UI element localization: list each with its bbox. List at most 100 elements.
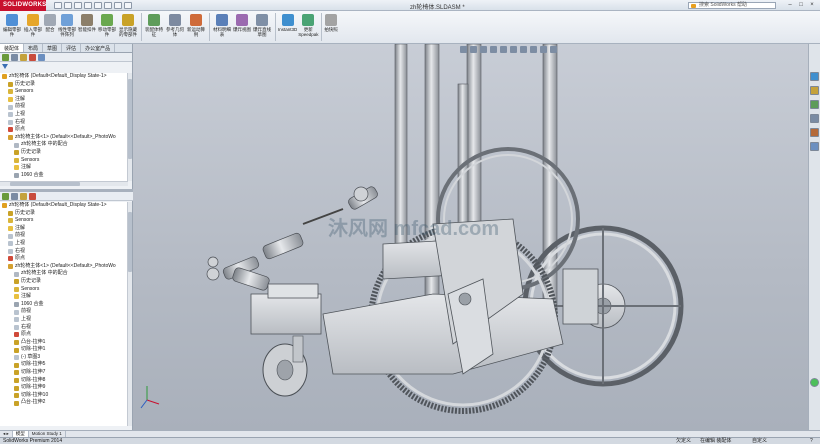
custom-properties-icon[interactable]: [810, 142, 819, 151]
tree-item[interactable]: 前视: [0, 232, 128, 240]
select-icon[interactable]: [104, 1, 112, 9]
tree-item[interactable]: Sensors: [0, 217, 128, 225]
tree-item[interactable]: 历史记录: [0, 149, 128, 157]
tree-item[interactable]: Sensors: [0, 88, 128, 96]
tree-item[interactable]: 切除-拉伸5: [0, 361, 128, 369]
tree-item[interactable]: (-) 草图3: [0, 354, 128, 362]
tree-item[interactable]: 注解: [0, 293, 128, 301]
ribbon-button[interactable]: 编辑零部件: [2, 11, 22, 44]
tree-item[interactable]: 右视: [0, 248, 128, 256]
print-icon[interactable]: [84, 1, 92, 9]
ribbon-button[interactable]: 装配体特征: [144, 11, 164, 44]
tree-item[interactable]: 原点: [0, 331, 128, 339]
units-selector[interactable]: 自定义: [752, 438, 767, 444]
ribbon-button[interactable]: 智能扣件: [78, 11, 96, 44]
tree-top-vscroll[interactable]: [127, 73, 132, 181]
panel-tab[interactable]: 评估: [62, 44, 82, 52]
graphics-area[interactable]: 沐风网 mfcad.com: [133, 43, 808, 430]
new-icon[interactable]: [54, 1, 62, 9]
ribbon-button[interactable]: 材料明细表: [212, 11, 232, 44]
tree-item[interactable]: 切除-拉伸8: [0, 377, 128, 385]
tree-item[interactable]: zh轮椅主体 中的配合: [0, 270, 128, 278]
restore-button[interactable]: □: [797, 1, 805, 9]
dimxpert-icon[interactable]: [29, 54, 36, 61]
ribbon-button[interactable]: 插入零部件: [23, 11, 43, 44]
tree-item[interactable]: 1060 合金: [0, 301, 128, 309]
feature-manager-icon-lower[interactable]: [2, 193, 9, 200]
tree-item[interactable]: 前视: [0, 308, 128, 316]
ribbon-button[interactable]: 显示隐藏的零部件: [118, 11, 138, 44]
tree-item[interactable]: 原点: [0, 126, 128, 134]
section-view-icon[interactable]: [490, 46, 497, 53]
tree-item[interactable]: 右视: [0, 324, 128, 332]
view-orientation-icon[interactable]: [500, 46, 507, 53]
panel-tab[interactable]: 装配体: [0, 44, 25, 52]
ribbon-button[interactable]: 移动零部件: [97, 11, 117, 44]
tree-item[interactable]: zh轮椅体 (Default<Default_Display State-1>: [0, 202, 128, 210]
property-manager-icon[interactable]: [11, 54, 18, 61]
solidworks-resources-icon[interactable]: [810, 72, 819, 81]
ribbon-button[interactable]: 参考几何体: [165, 11, 185, 44]
panel-tab[interactable]: 办公室产品: [81, 44, 116, 52]
tree-item[interactable]: zh轮椅体 (Default<Default_Display State-1>: [0, 73, 128, 81]
help-search-input[interactable]: 搜索 SolidWorks 帮助: [688, 2, 776, 9]
ribbon-button[interactable]: Instant3D: [278, 11, 297, 44]
tree-item[interactable]: 切除-拉伸10: [0, 392, 128, 400]
tree-item[interactable]: Sensors: [0, 157, 128, 165]
view-settings-icon[interactable]: [550, 46, 557, 53]
ribbon-button[interactable]: 爆炸直线草图: [252, 11, 272, 44]
zoom-to-fit-icon[interactable]: [460, 46, 467, 53]
tree-item[interactable]: 凸台-拉伸1: [0, 339, 128, 347]
apply-scene-icon[interactable]: [540, 46, 547, 53]
ribbon-button[interactable]: 配合: [44, 11, 56, 44]
options-icon[interactable]: [124, 1, 132, 9]
design-library-icon[interactable]: [810, 86, 819, 95]
tree-item[interactable]: 切除-拉伸7: [0, 369, 128, 377]
tree-top-hscroll[interactable]: [0, 181, 128, 186]
tree-item[interactable]: 右视: [0, 119, 128, 127]
tree-item[interactable]: 上视: [0, 240, 128, 248]
tree-item[interactable]: 前视: [0, 103, 128, 111]
panel-tab[interactable]: 布局: [24, 44, 44, 52]
edit-appearance-icon[interactable]: [530, 46, 537, 53]
tree-item[interactable]: 注解: [0, 164, 128, 172]
save-icon[interactable]: [74, 1, 82, 9]
tree-item[interactable]: 切除-拉伸9: [0, 384, 128, 392]
tree-item[interactable]: 上视: [0, 111, 128, 119]
tree-item[interactable]: zh轮椅主体 中的配合: [0, 141, 128, 149]
tree-item[interactable]: Sensors: [0, 286, 128, 294]
tree-item[interactable]: 历史记录: [0, 210, 128, 218]
hide-show-items-icon[interactable]: [520, 46, 527, 53]
display-style-icon[interactable]: [510, 46, 517, 53]
zoom-area-icon[interactable]: [470, 46, 477, 53]
open-icon[interactable]: [64, 1, 72, 9]
property-manager-icon-lower[interactable]: [11, 193, 18, 200]
help-icon[interactable]: ?: [810, 438, 813, 444]
tree-item[interactable]: 上视: [0, 316, 128, 324]
panel-tab[interactable]: 草图: [43, 44, 63, 52]
tree-item[interactable]: 历史记录: [0, 278, 128, 286]
previous-view-icon[interactable]: [480, 46, 487, 53]
configuration-manager-icon-lower[interactable]: [20, 193, 27, 200]
view-palette-icon[interactable]: [810, 114, 819, 123]
file-explorer-icon[interactable]: [810, 100, 819, 109]
dimxpert-icon-lower[interactable]: [29, 193, 36, 200]
tree-item[interactable]: 凸台-拉伸2: [0, 399, 128, 407]
display-manager-icon[interactable]: [38, 54, 45, 61]
collapse-task-pane-icon[interactable]: [810, 378, 819, 387]
rebuild-icon[interactable]: [114, 1, 122, 9]
appearances-icon[interactable]: [810, 128, 819, 137]
solidworks-logo[interactable]: SOLIDWORKS: [0, 0, 46, 11]
tree-item[interactable]: 切除-拉伸1: [0, 346, 128, 354]
feature-manager-icon[interactable]: [2, 54, 9, 61]
tree-item[interactable]: 历史记录: [0, 81, 128, 89]
configuration-manager-icon[interactable]: [20, 54, 27, 61]
filter-icon[interactable]: [2, 64, 8, 69]
ribbon-button[interactable]: 拍快照: [324, 11, 338, 44]
undo-icon[interactable]: [94, 1, 102, 9]
ribbon-button[interactable]: 线性零部件阵列: [57, 11, 77, 44]
ribbon-button[interactable]: 爆炸视图: [233, 11, 251, 44]
ribbon-button[interactable]: 新运动算例: [186, 11, 206, 44]
tree-bottom-vscroll[interactable]: [127, 202, 132, 426]
tree-item[interactable]: 1060 合金: [0, 172, 128, 180]
